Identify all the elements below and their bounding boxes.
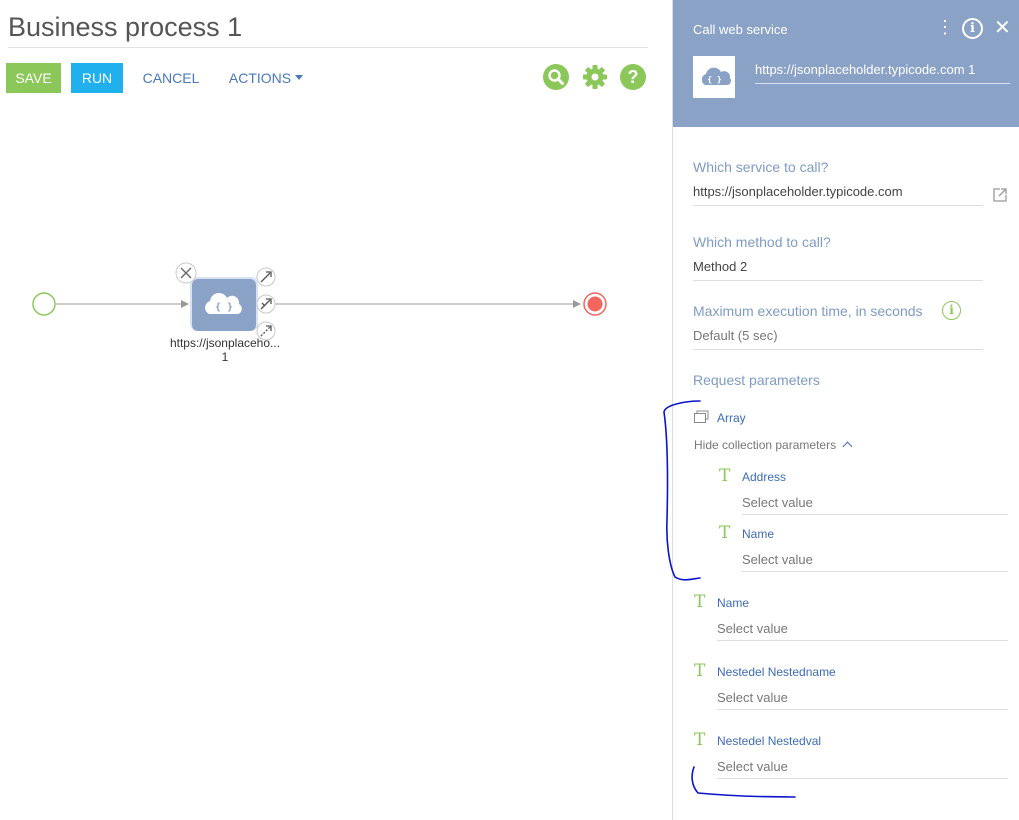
element-name-field[interactable]: https://jsonplaceholder.typicode.com 1 <box>755 62 1010 84</box>
delete-element-icon[interactable] <box>175 262 197 284</box>
task-number: 1 <box>221 350 229 364</box>
text-type-icon: T <box>719 523 731 543</box>
timeout-field-label: Maximum execution time, in seconds <box>693 303 923 319</box>
text-type-icon: T <box>694 730 706 750</box>
method-field-label: Which method to call? <box>693 234 831 250</box>
task-label: https://jsonplaceho... <box>169 336 281 350</box>
service-field-label: Which service to call? <box>693 159 829 175</box>
start-event[interactable] <box>32 292 56 316</box>
parameter-name[interactable]: Name <box>742 527 774 541</box>
hide-collection-toggle[interactable]: Hide collection parameters <box>694 438 853 452</box>
process-diagram: { } <box>32 262 607 341</box>
parameter-value-field[interactable]: Select value <box>717 690 1008 710</box>
parameter-value-field[interactable]: Select value <box>717 759 1008 779</box>
parameter-value-field[interactable]: Select value <box>742 552 1008 572</box>
process-designer: Business process 1 SAVE RUN CANCEL ACTIO… <box>0 0 672 820</box>
parameter-name[interactable]: Nestedel Nestedname <box>717 665 836 679</box>
svg-text:{ }: { } <box>707 75 722 84</box>
end-event[interactable] <box>583 292 607 316</box>
text-type-icon: T <box>694 592 706 612</box>
close-icon[interactable]: ✕ <box>994 15 1011 40</box>
element-properties-panel: Call web service ⋮ i ✕ { } https://jsonp… <box>672 0 1019 820</box>
timeout-info-icon[interactable]: i <box>942 301 961 320</box>
task-caption: https://jsonplaceho... 1 <box>160 336 290 364</box>
service-field[interactable]: https://jsonplaceholder.typicode.com <box>693 184 983 206</box>
more-options-icon[interactable]: ⋮ <box>936 17 954 38</box>
parameter-name[interactable]: Nestedel Nestedval <box>717 734 821 748</box>
web-service-task[interactable]: { } <box>190 277 258 331</box>
panel-header: Call web service ⋮ i ✕ { } https://jsonp… <box>673 0 1019 127</box>
parameter-value-field[interactable]: Select value <box>717 621 1008 641</box>
parameter-value-field[interactable]: Select value <box>742 495 1008 515</box>
connect-flow-icon[interactable] <box>256 267 276 287</box>
info-icon[interactable]: i <box>962 18 983 39</box>
array-parameter-name[interactable]: Array <box>717 411 746 425</box>
panel-title: Call web service <box>693 22 788 37</box>
timeout-field[interactable]: Default (5 sec) <box>693 328 983 350</box>
svg-text:{ }: { } <box>215 302 233 313</box>
array-icon <box>693 410 710 429</box>
method-field[interactable]: Method 2 <box>693 259 983 281</box>
conditional-flow-icon[interactable] <box>256 294 276 314</box>
chevron-up-icon <box>842 441 853 452</box>
text-type-icon: T <box>694 661 706 681</box>
element-type-icon: { } <box>693 56 735 98</box>
open-link-icon[interactable] <box>992 187 1008 208</box>
hide-collection-label: Hide collection parameters <box>694 438 837 452</box>
text-type-icon: T <box>719 466 731 486</box>
parameter-name[interactable]: Address <box>742 470 786 484</box>
request-parameters-heading: Request parameters <box>693 372 820 388</box>
parameter-name[interactable]: Name <box>717 596 749 610</box>
